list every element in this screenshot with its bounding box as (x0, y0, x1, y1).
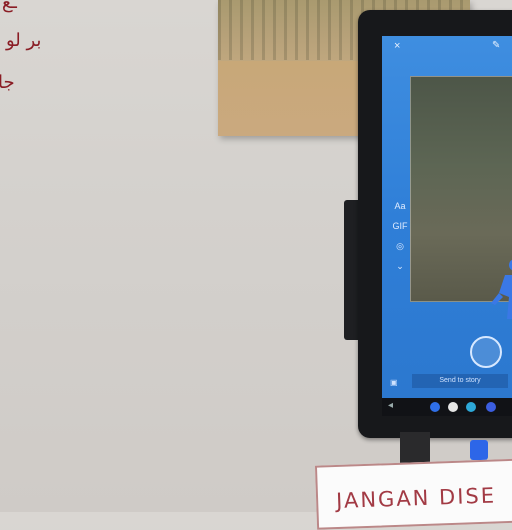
whiteboard-writing: ـع بر لو جا (0, 0, 80, 110)
gallery-icon[interactable]: ▣ (390, 378, 398, 387)
app-icon-1[interactable] (430, 402, 440, 412)
tablet-screen: × ✎ Aa GIF ◎ ⌄ ▣ Send to story (382, 36, 512, 398)
sign-text: JANGAN DISE (335, 483, 497, 514)
send-caption[interactable]: Send to story (412, 374, 508, 388)
whiteboard-line-2: بر لو (6, 30, 42, 51)
back-icon[interactable]: ◂ (388, 400, 393, 411)
app-icon-4[interactable] (486, 402, 496, 412)
whiteboard-line-3: جا (0, 72, 15, 93)
camera-preview (410, 76, 512, 319)
draw-icon[interactable]: ✎ (492, 40, 500, 51)
person-figure (491, 259, 512, 319)
tablet-taskbar: ◂ (382, 398, 512, 416)
gif-tool-icon[interactable]: GIF (390, 216, 410, 236)
shutter-button[interactable] (470, 336, 502, 368)
close-icon[interactable]: × (394, 40, 400, 52)
sticker-tool-icon[interactable]: ◎ (390, 236, 410, 256)
blue-tag (470, 440, 488, 460)
app-icon-2[interactable] (448, 402, 458, 412)
app-icon-3[interactable] (466, 402, 476, 412)
whiteboard-line-1: ـع (2, 0, 17, 13)
text-tool-icon[interactable]: Aa (390, 196, 410, 216)
more-tools-icon[interactable]: ⌄ (390, 256, 410, 276)
story-tools: Aa GIF ◎ ⌄ (390, 196, 410, 276)
warning-sign: JANGAN DISE (314, 458, 512, 530)
